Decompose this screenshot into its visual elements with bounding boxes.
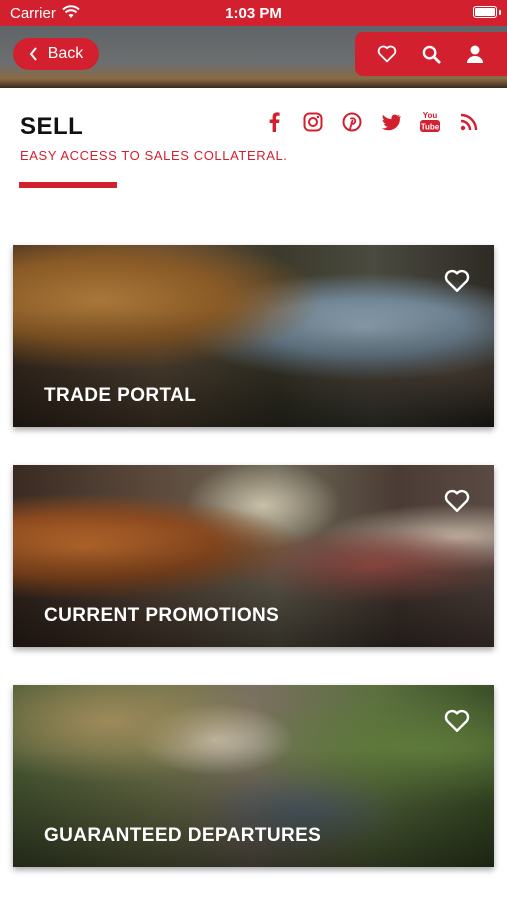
status-bar: Carrier 1:03 PM bbox=[0, 0, 507, 26]
card-label: GUARANTEED DEPARTURES bbox=[44, 825, 322, 846]
battery-tip bbox=[499, 10, 501, 15]
card-guaranteed-departures[interactable]: GUARANTEED DEPARTURES bbox=[13, 685, 494, 867]
header-toolbar bbox=[355, 32, 507, 76]
heart-icon[interactable] bbox=[444, 489, 470, 513]
back-button[interactable]: Back bbox=[13, 38, 99, 70]
card-label: TRADE PORTAL bbox=[44, 385, 197, 406]
card-trade-portal[interactable]: TRADE PORTAL bbox=[13, 245, 494, 427]
heart-icon[interactable] bbox=[444, 709, 470, 733]
page-title: SELL bbox=[20, 113, 84, 140]
instagram-icon[interactable] bbox=[293, 108, 332, 136]
user-icon[interactable] bbox=[461, 40, 489, 68]
card-current-promotions[interactable]: CURRENT PROMOTIONS bbox=[13, 465, 494, 647]
battery-icon bbox=[473, 6, 497, 18]
svg-text:You: You bbox=[422, 111, 437, 120]
back-label: Back bbox=[47, 45, 84, 62]
page-subtitle: EASY ACCESS TO SALES COLLATERAL. bbox=[20, 148, 288, 163]
heart-icon[interactable] bbox=[444, 269, 470, 293]
social-links: You Tube bbox=[254, 108, 488, 136]
clock-time: 1:03 PM bbox=[225, 5, 282, 22]
pinterest-icon[interactable] bbox=[332, 108, 371, 136]
search-icon[interactable] bbox=[417, 40, 445, 68]
facebook-icon[interactable] bbox=[254, 108, 293, 136]
twitter-icon[interactable] bbox=[371, 108, 410, 136]
card-label: CURRENT PROMOTIONS bbox=[44, 605, 280, 626]
heart-icon[interactable] bbox=[373, 40, 401, 68]
title-underline bbox=[19, 182, 117, 188]
header-hero-strip: Back bbox=[0, 26, 507, 88]
svg-text:Tube: Tube bbox=[420, 123, 439, 132]
chevron-left-icon bbox=[29, 47, 37, 61]
rss-icon[interactable] bbox=[449, 108, 488, 136]
youtube-icon[interactable]: You Tube bbox=[410, 108, 449, 136]
